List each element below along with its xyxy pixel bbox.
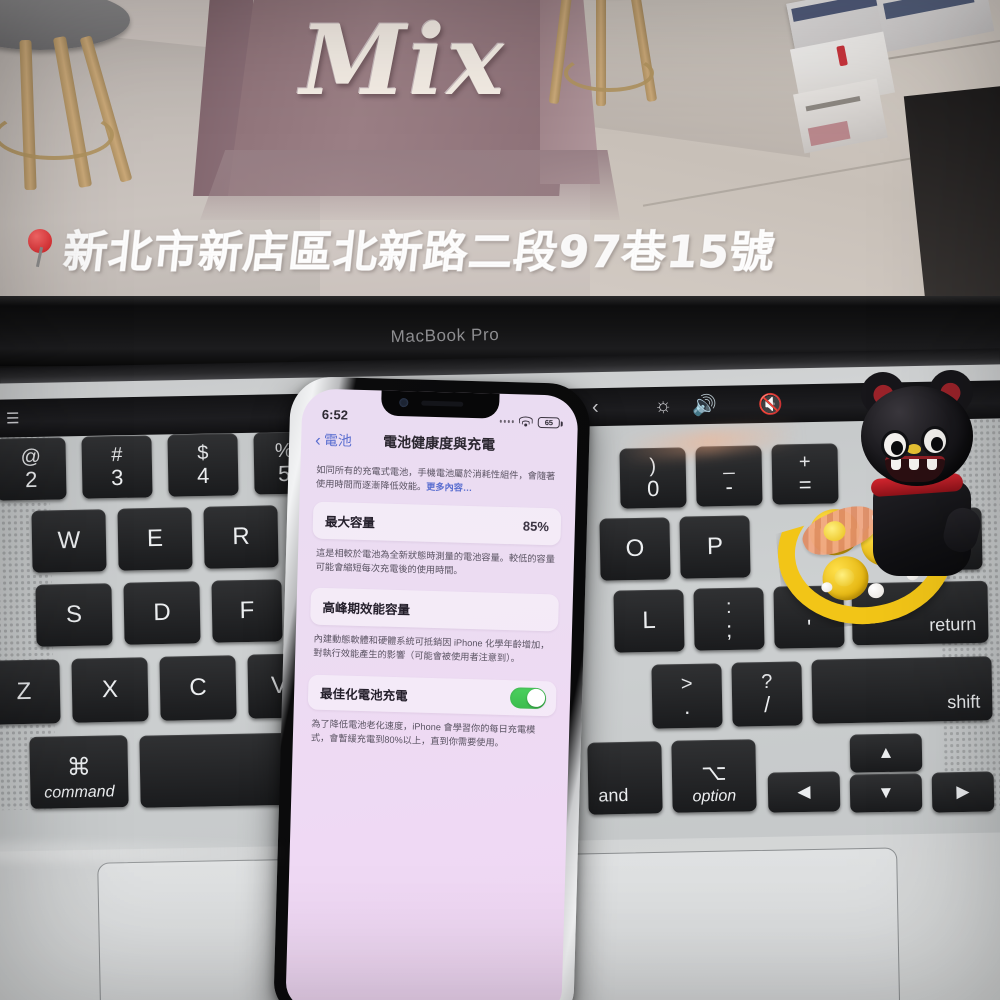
key-minus[interactable]: _ - bbox=[695, 445, 763, 507]
key-command-left[interactable]: ⌘ command bbox=[29, 735, 129, 809]
key-arrow-down[interactable]: ▼ bbox=[849, 773, 923, 813]
chevron-left-icon[interactable]: ‹ bbox=[592, 396, 599, 419]
intro-paragraph: 如同所有的充電式電池，手機電池屬於消耗性組件，會隨著使用時間而逐漸降低效能。更多… bbox=[314, 457, 563, 508]
shop-sign-mix: Mix bbox=[300, 4, 506, 117]
max-capacity-label: 最大容量 bbox=[324, 514, 376, 530]
key-r[interactable]: R bbox=[203, 505, 279, 569]
volume-up-icon[interactable]: 🔊 bbox=[692, 392, 717, 417]
brightness-icon[interactable]: ☼ bbox=[654, 394, 673, 417]
battery-level: 65 bbox=[544, 418, 553, 428]
key-f[interactable]: F bbox=[211, 579, 283, 643]
map-pin-icon bbox=[26, 228, 54, 267]
wifi-icon bbox=[518, 416, 533, 427]
key-arrow-right[interactable]: ▶ bbox=[931, 771, 995, 813]
key-l[interactable]: L bbox=[613, 589, 685, 653]
key-0[interactable]: ) 0 bbox=[619, 447, 687, 509]
more-info-link[interactable]: 更多內容… bbox=[426, 482, 472, 493]
cat-nose bbox=[907, 444, 921, 454]
key-arrow-up[interactable]: ▲ bbox=[849, 733, 923, 773]
key-command-right[interactable]: and bbox=[587, 741, 663, 815]
key-d[interactable]: D bbox=[123, 581, 201, 645]
optimized-charging-label: 最佳化電池充電 bbox=[319, 686, 408, 703]
command-symbol: ⌘ bbox=[66, 753, 92, 782]
optimized-charging-description: 為了降低電池老化速度，iPhone 會學習你的每日充電模式，會暫緩充電到80%以… bbox=[310, 718, 536, 748]
key-3[interactable]: # 3 bbox=[81, 435, 153, 499]
key-period[interactable]: > . bbox=[651, 663, 723, 729]
key-arrow-left[interactable]: ◀ bbox=[767, 771, 841, 813]
status-time: 6:52 bbox=[321, 406, 349, 423]
max-capacity-description: 這是相較於電池為全新狀態時測量的電池容量。較低的容量可能會縮短每次充電後的使用時… bbox=[315, 547, 556, 576]
key-e[interactable]: E bbox=[117, 507, 193, 571]
shop-background: Mix 新北市新店區北新路二段97巷15號 bbox=[0, 0, 1000, 308]
back-button[interactable]: ‹ 電池 bbox=[315, 430, 352, 451]
chevron-left-icon: ‹ bbox=[314, 430, 322, 450]
photo-scene: Mix 新北市新店區北新路二段97巷15號 MacBook Pro ☰ ‹ ☼ … bbox=[0, 0, 1000, 1000]
volume-mute-icon[interactable]: 🔇 bbox=[758, 391, 783, 416]
bar-stool bbox=[534, 0, 704, 130]
settings-content: 如同所有的充電式電池，手機電池屬於消耗性組件，會隨著使用時間而逐漸降低效能。更多… bbox=[285, 456, 576, 1000]
max-capacity-value: 85% bbox=[522, 517, 550, 534]
key-w[interactable]: W bbox=[31, 509, 107, 573]
key-c[interactable]: C bbox=[159, 655, 237, 721]
key-x[interactable]: X bbox=[71, 657, 149, 723]
key-s[interactable]: S bbox=[35, 583, 113, 647]
key-shift-right[interactable]: shift bbox=[811, 656, 993, 724]
macbook-pro-label: MacBook Pro bbox=[390, 324, 500, 347]
iphone-device: 6:52 65 ‹ 電池 電池健康度與充電 如同所有的充電式電池，手機電池屬於消… bbox=[273, 375, 591, 1000]
key-p[interactable]: P bbox=[679, 515, 751, 579]
signal-dots-icon bbox=[499, 420, 514, 423]
battery-icon: 65 bbox=[537, 416, 560, 429]
peak-performance-description: 內建動態軟體和硬體系統可抵銷因 iPhone 化學年齡增加，對執行效能產生的影響… bbox=[313, 633, 550, 664]
option-symbol: ⌥ bbox=[701, 759, 727, 786]
black-cat-figurine bbox=[853, 361, 1000, 638]
cat-eye-left bbox=[881, 430, 909, 460]
back-button-label: 電池 bbox=[323, 431, 353, 449]
bar-stool bbox=[0, 0, 190, 191]
key-2[interactable]: @ 2 bbox=[0, 437, 67, 501]
key-slash[interactable]: ? / bbox=[731, 661, 803, 727]
cat-head bbox=[861, 386, 973, 486]
key-z[interactable]: Z bbox=[0, 659, 61, 725]
key-option-right[interactable]: ⌥ option bbox=[671, 739, 757, 813]
nav-bar: ‹ 電池 電池健康度與充電 bbox=[301, 424, 578, 462]
optimized-charging-toggle[interactable] bbox=[509, 686, 547, 709]
peak-performance-label: 高峰期效能容量 bbox=[322, 600, 411, 618]
address-caption: 新北市新店區北新路二段97巷15號 bbox=[0, 200, 1000, 295]
cat-eye-right bbox=[921, 426, 949, 456]
phone-screen[interactable]: 6:52 65 ‹ 電池 電池健康度與充電 如同所有的充電式電池，手機電池屬於消… bbox=[285, 388, 579, 1000]
key-o[interactable]: O bbox=[599, 517, 671, 581]
key-4[interactable]: $ 4 bbox=[167, 433, 239, 497]
address-text: 新北市新店區北新路二段97巷15號 bbox=[60, 226, 778, 278]
key-semicolon[interactable]: : ; bbox=[693, 587, 765, 651]
sliders-icon[interactable]: ☰ bbox=[6, 409, 19, 427]
